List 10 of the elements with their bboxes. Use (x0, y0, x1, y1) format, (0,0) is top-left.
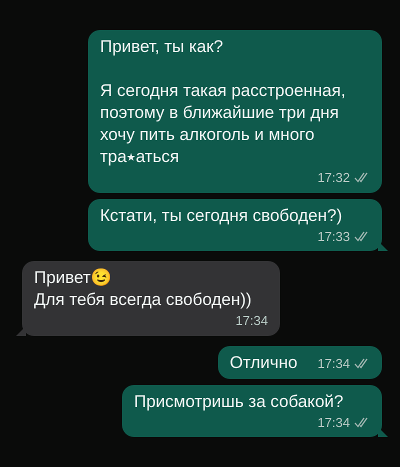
message-text: Присмотришь за собакой? (134, 390, 344, 412)
message-time: 17:34 (317, 355, 350, 373)
message-time: 17:33 (317, 228, 350, 246)
message-text: Отлично (230, 352, 298, 374)
message-time: 17:34 (235, 312, 268, 330)
message-text: Кстати, ты сегодня свободен?) (100, 204, 342, 226)
message-text: Привет, ты как? Я сегодня такая расстроенная, поэтому в ближайшие три дня хочу пить алкоголь и много тра⭑аться (100, 36, 347, 168)
message-text: Привет😉 Для тебя всегда свободен)) (34, 267, 252, 311)
message-time: 17:32 (317, 169, 350, 187)
message-time: 17:34 (317, 414, 350, 432)
